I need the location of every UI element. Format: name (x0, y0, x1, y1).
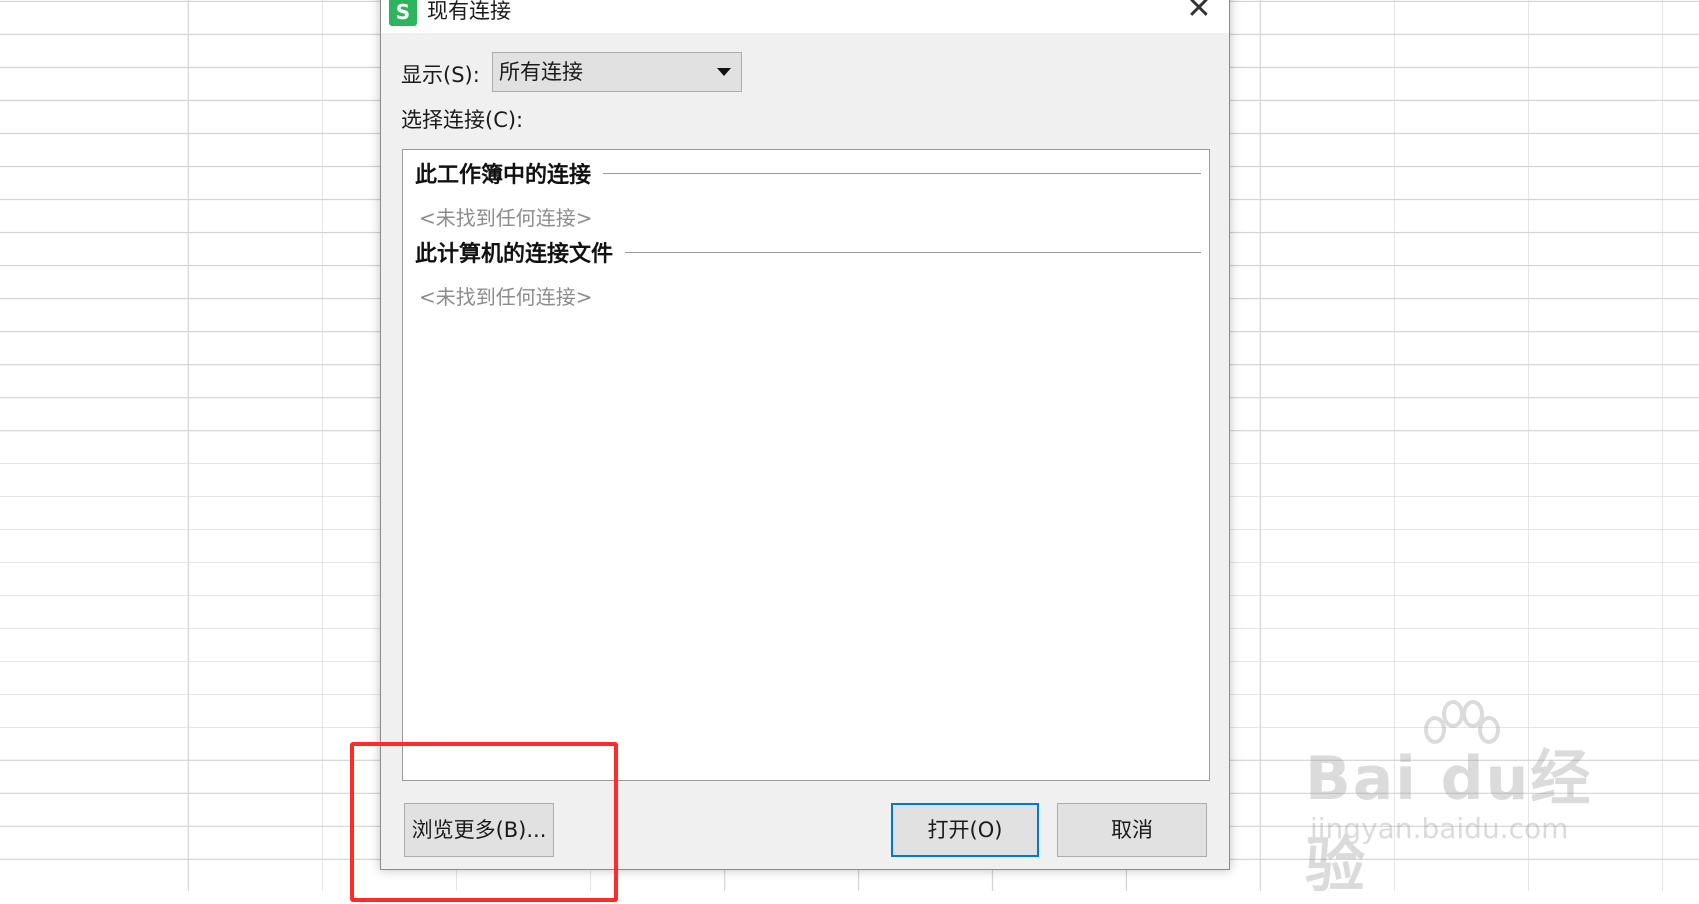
close-icon[interactable]: ✕ (1179, 0, 1219, 31)
dialog-titlebar: S 现有连接 ✕ (381, 0, 1229, 33)
group-divider (603, 172, 1201, 174)
empty-connection-item: <未找到任何连接> (419, 285, 593, 309)
group-header-computer: 此计算机的连接文件 (415, 235, 1201, 269)
show-dropdown[interactable]: 所有连接 (492, 52, 742, 92)
choose-connection-label: 选择连接(C): (401, 108, 524, 132)
watermark-url: jingyan.baidu.com (1310, 812, 1569, 845)
dialog-title: 现有连接 (427, 0, 511, 23)
show-label: 显示(S): (401, 63, 480, 87)
empty-connection-item: <未找到任何连接> (419, 206, 593, 230)
baidu-jingyan-watermark: Bai du经验 jingyan.baidu.com (1305, 700, 1605, 901)
chevron-down-icon (717, 68, 731, 76)
group-header-label: 此工作簿中的连接 (415, 163, 592, 188)
open-button[interactable]: 打开(O) (891, 803, 1039, 857)
group-header-label: 此计算机的连接文件 (415, 242, 614, 267)
group-header-workbook: 此工作簿中的连接 (415, 156, 1201, 190)
highlight-box (350, 742, 618, 902)
existing-connections-dialog: S 现有连接 ✕ 显示(S): 所有连接 选择连接(C): 此工作簿中的连接 <… (380, 0, 1230, 870)
group-divider (625, 251, 1201, 253)
cancel-button[interactable]: 取消 (1057, 803, 1207, 857)
connection-list[interactable]: 此工作簿中的连接 <未找到任何连接> 此计算机的连接文件 <未找到任何连接> (402, 149, 1210, 781)
show-dropdown-value: 所有连接 (499, 60, 583, 84)
wps-spreadsheet-icon: S (389, 0, 417, 26)
